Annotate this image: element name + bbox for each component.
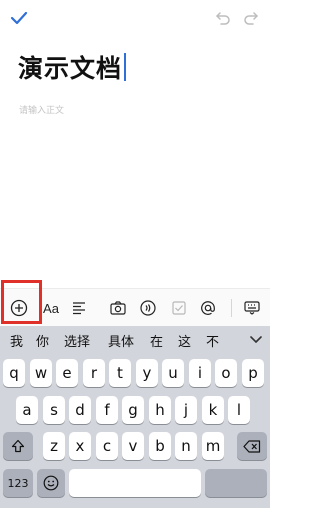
voice-icon bbox=[140, 300, 156, 316]
key-n[interactable]: n bbox=[175, 432, 197, 460]
key-a[interactable]: a bbox=[16, 396, 38, 424]
key-q[interactable]: q bbox=[3, 359, 25, 387]
candidate-word[interactable]: 不 bbox=[206, 331, 219, 350]
candidate-word[interactable]: 这 bbox=[178, 331, 191, 350]
mention-icon bbox=[201, 301, 215, 315]
checkbox-button[interactable] bbox=[168, 297, 190, 319]
key-g[interactable]: g bbox=[122, 396, 144, 424]
key-p[interactable]: p bbox=[242, 359, 264, 387]
backspace-icon bbox=[243, 439, 261, 453]
key-l[interactable]: l bbox=[228, 396, 250, 424]
key-w[interactable]: w bbox=[30, 359, 52, 387]
candidate-word[interactable]: 我 bbox=[10, 331, 23, 350]
undo-icon[interactable] bbox=[215, 10, 231, 26]
redo-icon[interactable] bbox=[243, 10, 259, 26]
key-c[interactable]: c bbox=[96, 432, 118, 460]
voice-button[interactable] bbox=[137, 297, 159, 319]
key-z[interactable]: z bbox=[43, 432, 65, 460]
expand-candidates-button[interactable] bbox=[241, 326, 270, 353]
text-style-button[interactable]: Aa bbox=[40, 297, 62, 319]
align-icon bbox=[73, 302, 85, 315]
candidate-word[interactable]: 你 bbox=[36, 331, 49, 350]
key-x[interactable]: x bbox=[69, 432, 91, 460]
text-caret bbox=[124, 53, 127, 81]
text-style-icon: Aa bbox=[43, 300, 59, 316]
key-r[interactable]: r bbox=[83, 359, 105, 387]
key-t[interactable]: t bbox=[109, 359, 131, 387]
key-s[interactable]: s bbox=[43, 396, 65, 424]
shift-key[interactable] bbox=[3, 432, 33, 460]
candidate-word[interactable]: 在 bbox=[150, 331, 163, 350]
key-o[interactable]: o bbox=[215, 359, 237, 387]
emoji-icon bbox=[43, 475, 59, 491]
keyboard-hide-button[interactable] bbox=[241, 297, 263, 319]
toolbar-divider bbox=[231, 299, 232, 317]
key-b[interactable]: b bbox=[149, 432, 171, 460]
key-m[interactable]: m bbox=[202, 432, 224, 460]
space-key[interactable] bbox=[69, 469, 201, 497]
chevron-down-icon bbox=[249, 335, 262, 343]
key-v[interactable]: v bbox=[122, 432, 144, 460]
camera-icon bbox=[110, 301, 126, 315]
keyboard-hide-icon bbox=[244, 301, 260, 315]
key-j[interactable]: j bbox=[175, 396, 197, 424]
return-key[interactable] bbox=[205, 469, 267, 497]
key-e[interactable]: e bbox=[56, 359, 78, 387]
candidate-word[interactable]: 选择 bbox=[64, 331, 90, 350]
keyboard: 我 你 选择 具体 在 这 不 q w e r t y u i o p a s … bbox=[0, 326, 270, 508]
key-i[interactable]: i bbox=[189, 359, 211, 387]
top-bar bbox=[0, 0, 270, 36]
highlight-box bbox=[1, 280, 42, 324]
key-f[interactable]: f bbox=[96, 396, 118, 424]
key-y[interactable]: y bbox=[136, 359, 158, 387]
checkbox-icon bbox=[172, 301, 186, 315]
numbers-key[interactable]: 123 bbox=[3, 469, 33, 497]
key-d[interactable]: d bbox=[69, 396, 91, 424]
shift-icon bbox=[11, 439, 25, 453]
key-u[interactable]: u bbox=[162, 359, 184, 387]
key-k[interactable]: k bbox=[202, 396, 224, 424]
document-title[interactable]: 演示文档 bbox=[18, 50, 127, 84]
document-title-text: 演示文档 bbox=[18, 54, 123, 83]
key-h[interactable]: h bbox=[149, 396, 171, 424]
align-button[interactable] bbox=[68, 297, 90, 319]
checkmark-icon[interactable] bbox=[10, 9, 28, 27]
candidate-bar: 我 你 选择 具体 在 这 不 bbox=[0, 326, 270, 353]
emoji-key[interactable] bbox=[37, 469, 65, 497]
body-placeholder[interactable]: 请输入正文 bbox=[19, 103, 64, 116]
mention-button[interactable] bbox=[197, 297, 219, 319]
delete-key[interactable] bbox=[237, 432, 267, 460]
candidate-word[interactable]: 具体 bbox=[108, 331, 134, 350]
camera-button[interactable] bbox=[107, 297, 129, 319]
